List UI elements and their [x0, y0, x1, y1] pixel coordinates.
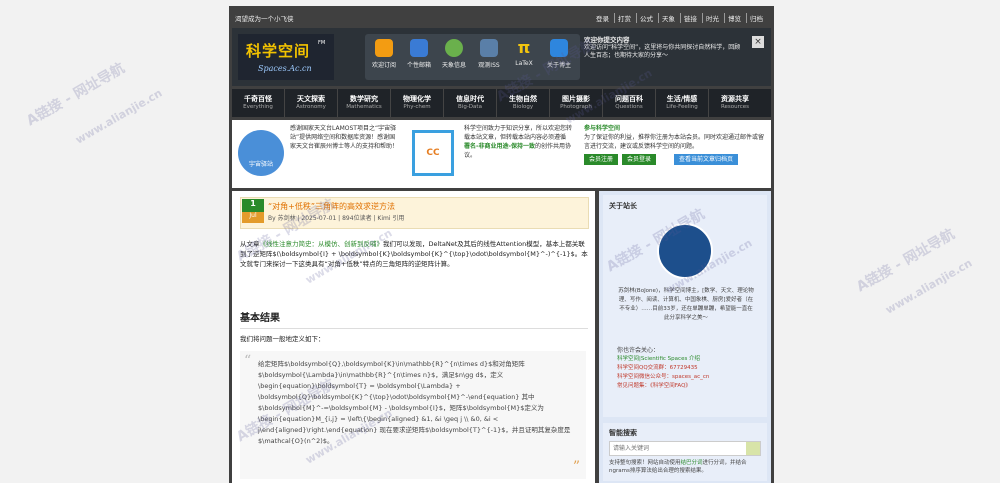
- about-button[interactable]: 关于博主: [542, 39, 576, 69]
- register-button[interactable]: 会员注册: [584, 154, 619, 165]
- close-quote-icon: ”: [572, 459, 580, 475]
- link-wechat[interactable]: 科学空间微信公众号：spaces_ac_cn: [617, 373, 709, 382]
- top-bar: 渴望成为一个小飞侠 登录 打赏 公式 天象 链接 时光 博览 归档: [229, 6, 774, 28]
- search-button[interactable]: [746, 442, 760, 455]
- welcome-panel: 欢迎你提交内容 欢迎访问“科学空间”，这里将与你共同探讨自然科学，回顾人生百态；…: [584, 36, 764, 78]
- intro-link[interactable]: 《线性注意力简史：从模仿、创新到反哺》: [260, 240, 384, 248]
- join-text: 为了保证你的利益，推荐你注册为本站会员。同时欢迎通过邮件或留言进行交流，建议或反…: [584, 134, 765, 150]
- links-list: 科学空间|Scientific Spaces 介绍 科学空间QQ交流群：6772…: [617, 355, 709, 391]
- logo-subtitle: Spaces.Ac.cn: [258, 64, 312, 73]
- about-text: 苏剑林(BoJone)，科学空间博主，[数学、天文、理论物理、写作、阅读、计算机…: [618, 288, 754, 321]
- site-tagline: 渴望成为一个小飞侠: [235, 15, 294, 23]
- planet-icon: [445, 39, 463, 57]
- watermark-text: A链接 - 网址导航: [853, 226, 958, 296]
- welcome-heading: 欢迎你提交内容: [584, 36, 630, 44]
- header-icon-bar: 欢迎订阅 个性邮箱 天象信息 观测ISS π LaTeX 关于博主: [365, 34, 580, 80]
- rss-icon: [375, 39, 393, 57]
- nav-resources[interactable]: 资源共享 Resources: [709, 89, 761, 117]
- join-panel: 参与科学空间 为了保证你的利益，推荐你注册为本站会员。同时欢迎通过邮件或留言进行…: [584, 124, 766, 184]
- lamost-logo[interactable]: 宇宙驿站: [238, 130, 284, 176]
- about-title: 关于站长: [609, 202, 637, 210]
- links-title: 你也许会关心：: [617, 347, 660, 354]
- definition-line: 我们将问题一般地定义如下：: [240, 335, 325, 343]
- post-date: 1 Jul: [242, 199, 264, 223]
- nav-astronomy[interactable]: 天文探索 Astronomy: [285, 89, 338, 117]
- section-heading: 基本结果: [240, 309, 588, 329]
- about-box: 关于站长 苏剑林(BoJone)，科学空间博主，[数学、天文、理论物理、写作、阅…: [603, 195, 767, 417]
- site-logo[interactable]: 科学空间 FM Spaces.Ac.cn: [238, 34, 334, 80]
- avatar: [657, 223, 713, 279]
- top-links: 登录 打赏 公式 天象 链接 时光 博览 归档: [593, 13, 766, 23]
- logo-badge: FM: [318, 40, 326, 46]
- subscribe-button[interactable]: 欢迎订阅: [367, 39, 401, 69]
- license-link[interactable]: 署名-非商业用途-保持一致: [464, 143, 535, 150]
- open-quote-icon: “: [244, 353, 252, 369]
- nav-mathematics[interactable]: 数学研究 Mathematics: [338, 89, 391, 117]
- quote-text: 给定矩阵$\boldsymbol{Q},\boldsymbol{K}\in\ma…: [258, 360, 571, 445]
- search-note: 支持整句搜索！网站自动使用结巴分词进行分词，并结合ngrams排序算法给出合理的…: [609, 460, 747, 474]
- lamost-thanks-text: 感谢国家天文台LAMOST项目之“宇宙驿站”提供网络空间和数据库资源！感谢国家天…: [290, 125, 399, 150]
- search-title: 智能搜索: [609, 429, 637, 437]
- top-link-login[interactable]: 登录: [593, 13, 612, 23]
- definition-quote: “ 给定矩阵$\boldsymbol{Q},\boldsymbol{K}\in\…: [240, 351, 586, 479]
- about-icon: [550, 39, 568, 57]
- main-nav: 千奇百怪 Everything 天文探索 Astronomy 数学研究 Mathema…: [232, 89, 771, 117]
- logo-title: 科学空间: [246, 42, 311, 60]
- watermark-text: A链接 - 网址导航: [23, 60, 128, 130]
- page-wrapper: 渴望成为一个小飞侠 登录 打赏 公式 天象 链接 时光 博览 归档 科学空间 F…: [229, 6, 774, 483]
- post-meta: By 苏剑林 | 2025-07-01 | 894位读者 | Kimi 引用: [268, 215, 405, 222]
- archive-button[interactable]: 查看当前文章归档页: [674, 154, 739, 165]
- satellite-icon: [480, 39, 498, 57]
- login-button[interactable]: 会员登录: [622, 154, 657, 165]
- notice-strip: 宇宙驿站 感谢国家天文台LAMOST项目之“宇宙驿站”提供网络空间和数据库资源！…: [232, 120, 771, 188]
- site-header: 科学空间 FM Spaces.Ac.cn 欢迎订阅 个性邮箱 天象信息 观测IS…: [232, 28, 771, 86]
- watermark-url: www.alianjie.cn: [73, 86, 165, 147]
- top-link-archive[interactable]: 归档: [746, 13, 766, 23]
- sidebar: 关于站长 苏剑林(BoJone)，科学空间博主，[数学、天文、理论物理、写作、阅…: [599, 191, 771, 483]
- article-area: 1 Jul “对角+低秩”三角阵的高效求逆方法 By 苏剑林 | 2025-07…: [232, 191, 595, 483]
- mailbox-button[interactable]: 个性邮箱: [402, 39, 436, 69]
- link-qq[interactable]: 科学空间QQ交流群：67729435: [617, 364, 709, 373]
- nav-biology[interactable]: 生物自然 Biology: [497, 89, 550, 117]
- link-intro[interactable]: 科学空间|Scientific Spaces 介绍: [617, 355, 709, 364]
- jieba-link[interactable]: 结巴分词: [681, 460, 703, 466]
- post-day: 1: [242, 199, 264, 212]
- nav-questions[interactable]: 问题百科 Questions: [603, 89, 656, 117]
- welcome-text: 欢迎访问“科学空间”，这里将与你共同探讨自然科学，回顾人生百态；也期待大家的分享…: [584, 44, 741, 59]
- top-link-formula[interactable]: 公式: [636, 13, 656, 23]
- cc-icon[interactable]: CC: [412, 130, 454, 176]
- mail-icon: [410, 39, 428, 57]
- nav-bigdata[interactable]: 信息时代 Big-Data: [444, 89, 497, 117]
- nav-phychem[interactable]: 物理化学 Phy-chem: [391, 89, 444, 117]
- close-icon[interactable]: ×: [752, 36, 764, 48]
- nav-life[interactable]: 生活/情感 Life-Feeling: [656, 89, 709, 117]
- post-month: Jul: [242, 212, 264, 223]
- top-link-browse[interactable]: 博览: [724, 13, 744, 23]
- latex-button[interactable]: π LaTeX: [507, 38, 541, 68]
- iss-button[interactable]: 观测ISS: [472, 39, 506, 69]
- search-field: [609, 441, 761, 456]
- nav-photograph[interactable]: 图片摄影 Photograph: [550, 89, 603, 117]
- nav-everything[interactable]: 千奇百怪 Everything: [232, 89, 285, 117]
- license-notice: 科学空间致力于知识分享，所以欢迎您转载本站文章，但转载本站内容必须遵循署名-非商…: [464, 125, 573, 159]
- search-box: 智能搜索 支持整句搜索！网站自动使用结巴分词进行分词，并结合ngrams排序算法…: [603, 423, 767, 481]
- top-link-sky[interactable]: 天象: [658, 13, 678, 23]
- post-intro: 从文章《线性注意力简史：从模仿、创新到反哺》我们可以发现，DeltaNet及其后…: [240, 240, 588, 268]
- sky-info-button[interactable]: 天象信息: [437, 39, 471, 69]
- watermark-url: www.alianjie.cn: [883, 256, 975, 317]
- top-link-links[interactable]: 链接: [680, 13, 700, 23]
- pi-icon: π: [517, 38, 531, 57]
- search-input[interactable]: [610, 442, 744, 455]
- top-link-donate[interactable]: 打赏: [614, 13, 634, 23]
- link-faq[interactable]: 常见问题集：《科学空间FAQ》: [617, 382, 709, 391]
- top-link-time[interactable]: 时光: [702, 13, 722, 23]
- join-title: 参与科学空间: [584, 125, 621, 132]
- post-title[interactable]: “对角+低秩”三角阵的高效求逆方法: [268, 201, 586, 212]
